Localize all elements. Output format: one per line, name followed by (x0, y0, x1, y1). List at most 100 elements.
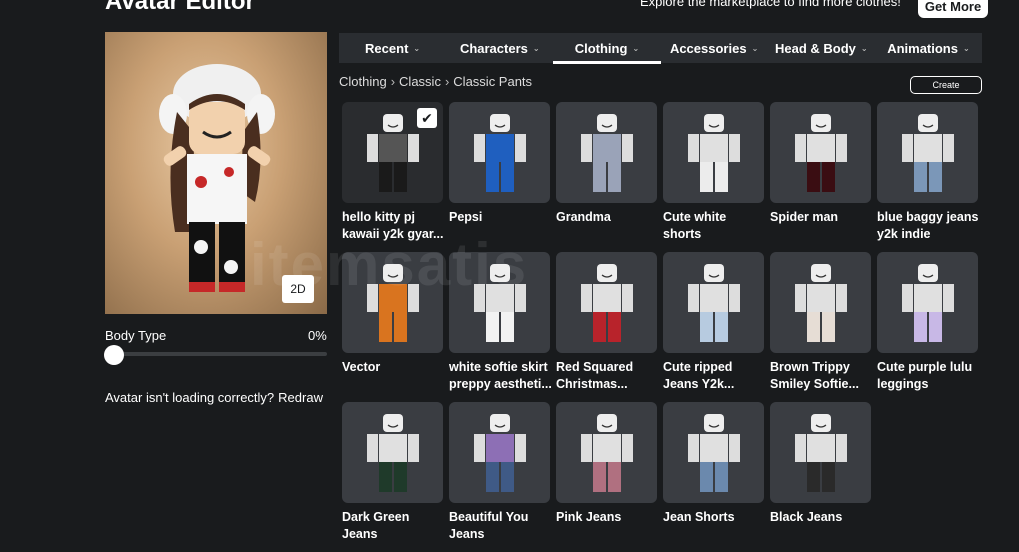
item-name[interactable]: Cute ripped Jeans Y2k... (663, 359, 767, 393)
breadcrumb-item[interactable]: Classic (399, 74, 441, 89)
item-name[interactable]: Pink Jeans (556, 509, 660, 526)
item-card[interactable]: blue baggy jeans y2k indie (877, 102, 978, 252)
tab-label: Accessories (669, 40, 747, 56)
avatar-mannequin-icon (580, 113, 633, 192)
item-thumbnail[interactable] (342, 252, 443, 353)
avatar-mannequin-icon (473, 113, 526, 192)
item-name[interactable]: Vector (342, 359, 446, 376)
item-card[interactable]: Cute white shorts (663, 102, 764, 252)
avatar-mannequin-icon (794, 263, 847, 342)
breadcrumb-item[interactable]: Clothing (339, 74, 387, 89)
body-type-label: Body Type (105, 328, 167, 343)
item-card[interactable]: Black Jeans (770, 402, 871, 552)
body-type-slider[interactable] (105, 352, 327, 356)
item-thumbnail[interactable] (770, 402, 871, 503)
item-card[interactable]: white softie skirt preppy aestheti... (449, 252, 553, 402)
item-card[interactable]: Jean Shorts (663, 402, 764, 552)
tab-label: Head & Body (774, 40, 856, 56)
item-thumbnail[interactable] (556, 402, 657, 503)
chevron-right-icon: › (390, 74, 396, 89)
create-button[interactable]: Create (910, 76, 982, 94)
item-name[interactable]: Grandma (556, 209, 660, 226)
item-thumbnail[interactable] (556, 102, 657, 203)
tab-label: Characters (459, 40, 528, 56)
items-grid: ✔ hello kitty pj kawaii y2k gyar... Pepsi G… (342, 102, 982, 552)
chevron-down-icon: ⌄ (860, 43, 868, 53)
body-type-value: 0% (308, 328, 327, 343)
item-name[interactable]: Black Jeans (770, 509, 874, 526)
tab-animations[interactable]: Animations ⌄ (875, 33, 982, 63)
avatar-mannequin-icon (794, 413, 847, 492)
item-thumbnail[interactable] (449, 102, 550, 203)
item-name[interactable]: Dark Green Jeans (342, 509, 446, 543)
body-type-slider-handle[interactable] (104, 345, 124, 365)
item-card[interactable]: Brown Trippy Smiley Softie... (770, 252, 871, 402)
item-thumbnail[interactable] (877, 102, 978, 203)
avatar-mannequin-icon (473, 413, 526, 492)
item-card[interactable]: Pink Jeans (556, 402, 657, 552)
tab-label: Recent (365, 40, 409, 56)
tab-recent[interactable]: Recent ⌄ (339, 33, 446, 63)
item-thumbnail[interactable] (556, 252, 657, 353)
item-thumbnail[interactable] (449, 252, 550, 353)
chevron-down-icon: ⌄ (632, 43, 640, 53)
item-name[interactable]: blue baggy jeans y2k indie (877, 209, 981, 243)
item-name[interactable]: Brown Trippy Smiley Softie... (770, 359, 874, 393)
item-card[interactable]: Beautiful You Jeans (449, 402, 550, 552)
item-card[interactable]: Cute ripped Jeans Y2k... (663, 252, 764, 402)
chevron-down-icon: ⌄ (751, 43, 759, 53)
item-card[interactable]: Grandma (556, 102, 657, 252)
item-card[interactable]: Spider man (770, 102, 871, 252)
page-title: Avatar Editor (105, 0, 255, 15)
item-name[interactable]: Pepsi (449, 209, 553, 226)
avatar-mannequin-icon (901, 263, 954, 342)
checkmark-icon[interactable]: ✔ (417, 108, 437, 128)
item-card[interactable]: ✔ hello kitty pj kawaii y2k gyar... (342, 102, 443, 252)
item-thumbnail[interactable] (663, 102, 764, 203)
avatar-mannequin-icon (687, 263, 740, 342)
tab-label: Animations (887, 40, 958, 56)
item-thumbnail[interactable] (770, 252, 871, 353)
avatar-mannequin-icon (901, 113, 954, 192)
get-more-button[interactable]: Get More (918, 0, 988, 18)
chevron-right-icon: › (444, 74, 450, 89)
item-name[interactable]: hello kitty pj kawaii y2k gyar... (342, 209, 446, 243)
tab-characters[interactable]: Characters ⌄ (446, 33, 553, 63)
item-thumbnail[interactable] (663, 402, 764, 503)
item-name[interactable]: Cute purple lulu leggings (877, 359, 981, 393)
item-card[interactable]: Cute purple lulu leggings (877, 252, 978, 402)
item-card[interactable]: Vector (342, 252, 443, 402)
avatar-figure-icon (159, 64, 275, 292)
loading-note-text: Avatar isn't loading correctly? (105, 390, 275, 405)
avatar-mannequin-icon (366, 263, 419, 342)
item-thumbnail[interactable] (342, 402, 443, 503)
tab-clothing[interactable]: Clothing ⌄ (553, 33, 661, 64)
item-name[interactable]: Spider man (770, 209, 874, 226)
item-name[interactable]: white softie skirt preppy aestheti... (449, 359, 553, 393)
avatar-mannequin-icon (794, 113, 847, 192)
avatar-mannequin-icon (366, 413, 419, 492)
chevron-down-icon: ⌄ (962, 43, 970, 53)
breadcrumb-item[interactable]: Classic Pants (453, 74, 532, 89)
avatar-mannequin-icon (580, 413, 633, 492)
item-thumbnail[interactable] (877, 252, 978, 353)
avatar-mannequin-icon (687, 113, 740, 192)
view-2d-toggle[interactable]: 2D (282, 275, 314, 303)
item-thumbnail[interactable] (770, 102, 871, 203)
tab-head-body[interactable]: Head & Body ⌄ (768, 33, 875, 63)
item-name[interactable]: Jean Shorts (663, 509, 767, 526)
item-thumbnail[interactable]: ✔ (342, 102, 443, 203)
avatar-mannequin-icon (366, 113, 419, 192)
marketplace-promo-text: Explore the marketplace to find more clo… (640, 0, 901, 9)
item-card[interactable]: Dark Green Jeans (342, 402, 443, 552)
item-card[interactable]: Red Squared Christmas... (556, 252, 657, 402)
tab-accessories[interactable]: Accessories ⌄ (661, 33, 768, 63)
item-name[interactable]: Cute white shorts (663, 209, 767, 243)
item-card[interactable]: Pepsi (449, 102, 550, 252)
redraw-link[interactable]: Redraw (278, 390, 323, 405)
chevron-down-icon: ⌄ (413, 43, 421, 53)
item-name[interactable]: Red Squared Christmas... (556, 359, 660, 393)
item-thumbnail[interactable] (663, 252, 764, 353)
item-thumbnail[interactable] (449, 402, 550, 503)
item-name[interactable]: Beautiful You Jeans (449, 509, 553, 543)
